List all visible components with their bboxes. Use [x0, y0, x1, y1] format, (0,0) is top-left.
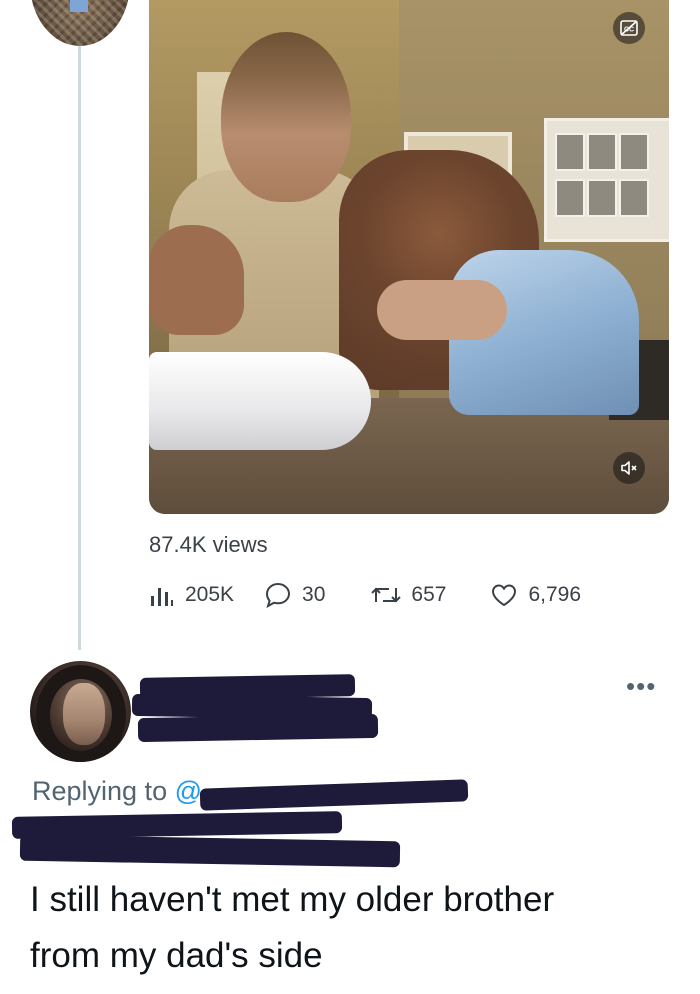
reply-bubble-icon	[266, 582, 291, 609]
replying-to-label: Replying to	[32, 776, 175, 806]
retweet-button[interactable]: 657	[371, 582, 446, 608]
reply-tweet-text: I still haven't met my older brother fro…	[30, 880, 555, 975]
unmute-button[interactable]	[613, 452, 645, 484]
cabinet-pane	[587, 179, 617, 217]
video-scene-paper-roll	[149, 352, 371, 450]
thread-connector-line	[78, 46, 81, 650]
more-options-button[interactable]: •••	[626, 673, 656, 699]
video-views-count: 87.4K views	[149, 532, 268, 557]
like-count: 6,796	[528, 583, 582, 606]
volume-muted-icon	[621, 461, 637, 475]
replying-to-line: Replying to @	[32, 776, 202, 807]
ellipsis-icon: •••	[626, 671, 657, 701]
cabinet-pane	[619, 179, 649, 217]
avatar-hood	[36, 665, 126, 762]
original-author-avatar[interactable]	[30, 0, 130, 46]
heart-icon	[492, 584, 517, 607]
reply-count: 30	[302, 583, 326, 606]
reply-button[interactable]: 30	[264, 581, 325, 609]
cabinet-pane	[555, 133, 585, 171]
closed-captions-icon: CC	[620, 20, 638, 36]
closed-captions-button[interactable]: CC	[613, 12, 645, 44]
video-scene-man-head	[221, 32, 351, 202]
analytics-button[interactable]: 205K	[149, 582, 234, 608]
reply-author-avatar[interactable]	[30, 661, 131, 762]
retweet-icon	[371, 587, 402, 603]
video-scene-cabinet	[544, 118, 669, 242]
video-scene-hand	[149, 225, 244, 335]
redacted-reply-handle	[19, 834, 401, 868]
analytics-count: 205K	[185, 583, 235, 606]
cabinet-pane	[619, 133, 649, 171]
like-button[interactable]: 6,796	[490, 582, 581, 608]
video-scene-arm	[377, 280, 507, 340]
replying-to-handle-link[interactable]: @	[175, 776, 202, 806]
cabinet-pane	[587, 133, 617, 171]
redacted-handle	[137, 713, 379, 743]
redacted-reply-handle	[199, 779, 469, 811]
retweet-count: 657	[411, 583, 447, 606]
analytics-bars-icon	[151, 588, 173, 606]
tweet-action-bar: 205K 30 657 6,796	[149, 580, 581, 610]
avatar-badge	[70, 0, 88, 12]
cabinet-pane	[555, 179, 585, 217]
embedded-video[interactable]: CC	[149, 0, 669, 514]
